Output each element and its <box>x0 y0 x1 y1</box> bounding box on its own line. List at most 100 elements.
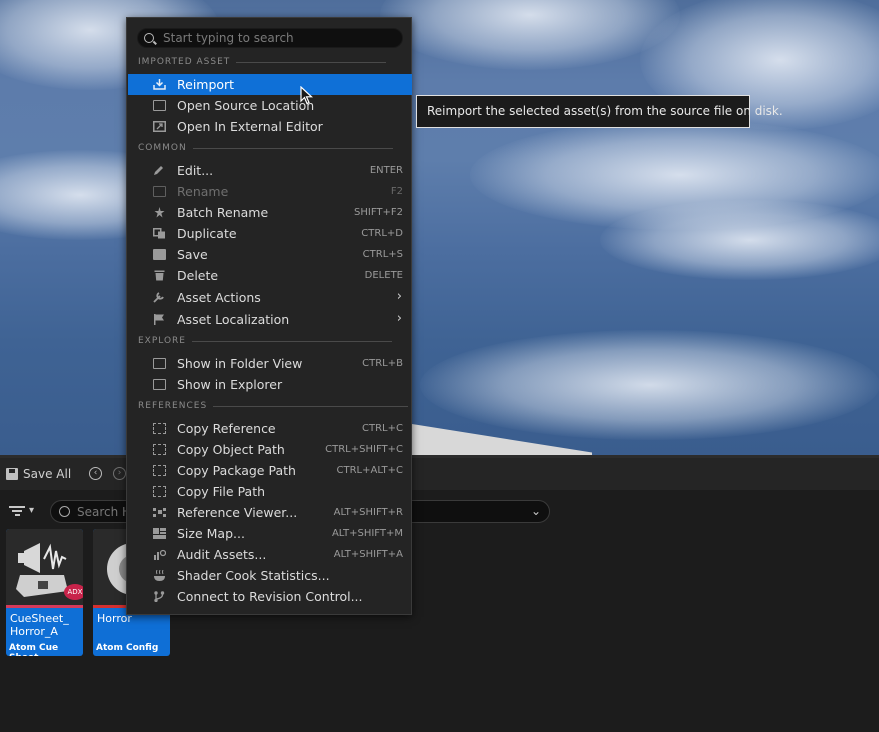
asset-name-line: CueSheet_ <box>10 612 69 625</box>
menu-item-duplicate[interactable]: Duplicate CTRL+D <box>128 223 412 244</box>
menu-item-shortcut: ENTER <box>369 165 403 176</box>
menu-item-connect-to-revision-control[interactable]: Connect to Revision Control... <box>128 586 412 607</box>
section-label: COMMON <box>138 143 187 153</box>
copy-icon <box>153 486 166 497</box>
menu-item-open-source-location[interactable]: Open Source Location <box>128 95 412 116</box>
explorer-icon <box>153 379 166 390</box>
menu-item-reimport[interactable]: Reimport <box>128 74 412 95</box>
cloud <box>380 0 680 70</box>
menu-item-label: Edit... <box>177 163 214 178</box>
menu-item-copy-reference[interactable]: Copy Reference CTRL+C <box>128 418 412 439</box>
tooltip-text: Reimport the selected asset(s) from the … <box>427 104 783 118</box>
menu-item-shortcut: CTRL+D <box>361 228 403 239</box>
folder-search-icon <box>153 358 166 369</box>
cloud <box>420 330 879 440</box>
save-icon <box>153 249 166 260</box>
menu-item-label: Copy Package Path <box>177 463 296 478</box>
forward-button[interactable]: › <box>113 467 126 480</box>
shader-cook-icon <box>154 570 165 581</box>
trash-icon <box>154 270 165 281</box>
menu-item-label: Copy Object Path <box>177 442 285 457</box>
asset-name-line: Horror_A <box>10 625 58 638</box>
menu-item-shortcut: CTRL+B <box>362 358 403 369</box>
adx-badge: ADX <box>64 584 83 600</box>
asset-context-menu: Start typing to search IMPORTED ASSET Re… <box>126 17 412 615</box>
save-all-button[interactable]: Save All <box>6 466 71 482</box>
menu-item-show-in-explorer[interactable]: Show in Explorer <box>128 374 412 395</box>
menu-item-label: Open Source Location <box>177 98 315 113</box>
revision-control-icon <box>154 591 165 602</box>
menu-item-copy-object-path[interactable]: Copy Object Path CTRL+SHIFT+C <box>128 439 412 460</box>
reimport-icon <box>153 79 166 90</box>
menu-item-label: Batch Rename <box>177 205 269 220</box>
mouse-cursor-icon <box>300 86 314 105</box>
copy-icon <box>153 423 166 434</box>
flag-icon <box>154 314 164 325</box>
section-label: EXPLORE <box>138 336 186 346</box>
filter-icon[interactable] <box>9 504 25 518</box>
section-label: REFERENCES <box>138 401 208 411</box>
batch-rename-icon <box>154 207 165 218</box>
menu-item-shortcut: ALT+SHIFT+R <box>333 507 403 518</box>
size-map-icon <box>153 528 166 539</box>
menu-item-label: Connect to Revision Control... <box>177 589 363 604</box>
menu-item-size-map[interactable]: Size Map... ALT+SHIFT+M <box>128 523 412 544</box>
search-icon <box>144 33 154 43</box>
chevron-right-icon: › <box>396 311 402 326</box>
menu-item-shortcut: ALT+SHIFT+M <box>331 528 403 539</box>
menu-item-delete[interactable]: Delete DELETE <box>128 265 412 286</box>
menu-item-label: Copy Reference <box>177 421 276 436</box>
external-editor-icon <box>153 121 166 132</box>
menu-item-label: Asset Actions <box>177 290 261 305</box>
save-icon <box>6 468 18 480</box>
menu-item-label: Shader Cook Statistics... <box>177 568 330 583</box>
menu-item-copy-package-path[interactable]: Copy Package Path CTRL+ALT+C <box>128 460 412 481</box>
rename-icon <box>153 186 166 197</box>
asset-type-color-bar <box>6 605 83 608</box>
menu-item-label: Show in Explorer <box>177 377 283 392</box>
menu-item-asset-localization[interactable]: Asset Localization › <box>128 309 412 330</box>
menu-item-label: Copy File Path <box>177 484 266 499</box>
duplicate-icon <box>153 228 165 239</box>
chevron-down-icon[interactable]: ▾ <box>29 505 34 516</box>
menu-item-shortcut: SHIFT+F2 <box>354 207 403 218</box>
menu-item-save[interactable]: Save CTRL+S <box>128 244 412 265</box>
menu-item-label: Show in Folder View <box>177 356 303 371</box>
menu-search-input[interactable]: Start typing to search <box>137 28 403 48</box>
back-button[interactable]: ‹ <box>89 467 102 480</box>
chevron-down-icon[interactable]: ⌄ <box>531 504 541 518</box>
menu-item-shortcut: CTRL+ALT+C <box>336 465 404 476</box>
menu-item-asset-actions[interactable]: Asset Actions › <box>128 287 412 308</box>
chevron-right-icon: › <box>396 289 402 304</box>
section-header-common: COMMON <box>138 142 393 154</box>
asset-tile[interactable]: ADX CueSheet_ Horror_A Atom Cue Sheet <box>6 529 83 656</box>
menu-item-shortcut: ALT+SHIFT+A <box>333 549 403 560</box>
pencil-icon <box>154 166 163 175</box>
menu-item-edit[interactable]: Edit... ENTER <box>128 160 412 181</box>
menu-item-label: Reimport <box>177 77 235 92</box>
menu-item-reference-viewer[interactable]: Reference Viewer... ALT+SHIFT+R <box>128 502 412 523</box>
menu-item-label: Rename <box>177 184 229 199</box>
menu-item-copy-file-path[interactable]: Copy File Path <box>128 481 412 502</box>
asset-type-label: Atom Config <box>96 643 159 653</box>
menu-item-label: Asset Localization <box>177 312 290 327</box>
menu-item-audit-assets[interactable]: Audit Assets... ALT+SHIFT+A <box>128 544 412 565</box>
cloud <box>600 200 879 280</box>
menu-item-shortcut: DELETE <box>364 270 403 281</box>
menu-item-batch-rename[interactable]: Batch Rename SHIFT+F2 <box>128 202 412 223</box>
menu-item-rename[interactable]: Rename F2 <box>128 181 412 202</box>
copy-icon <box>153 444 166 455</box>
menu-item-label: Delete <box>177 268 219 283</box>
reference-viewer-icon <box>153 508 166 517</box>
menu-item-label: Size Map... <box>177 526 245 541</box>
menu-item-label: Save <box>177 247 208 262</box>
menu-item-open-in-external-editor[interactable]: Open In External Editor <box>128 116 412 137</box>
menu-item-shader-cook-statistics[interactable]: Shader Cook Statistics... <box>128 565 412 586</box>
menu-item-show-in-folder-view[interactable]: Show in Folder View CTRL+B <box>128 353 412 374</box>
menu-search-placeholder: Start typing to search <box>163 31 294 45</box>
section-header-references: REFERENCES <box>138 400 409 412</box>
open-source-location-icon <box>153 100 166 111</box>
asset-thumbnail: ADX <box>6 529 83 605</box>
menu-item-shortcut: CTRL+SHIFT+C <box>325 444 403 455</box>
menu-item-shortcut: CTRL+S <box>362 249 403 260</box>
